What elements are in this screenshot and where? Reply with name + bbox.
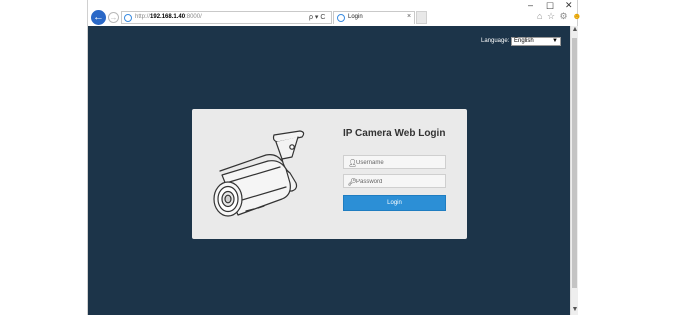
page-title: IP Camera Web Login <box>343 128 446 139</box>
login-button[interactable]: Login <box>343 195 446 211</box>
close-window-button[interactable]: ✕ <box>565 0 573 11</box>
browser-window: – ☐ ✕ ← → http://192.168.1.40:8000/ ρ ▾ … <box>87 0 582 315</box>
back-button[interactable]: ← <box>91 10 106 25</box>
vertical-scrollbar[interactable]: ▲ ▼ <box>570 26 578 315</box>
ie-tab-icon <box>337 14 345 22</box>
settings-icon[interactable]: ⚙ <box>560 11 569 21</box>
home-icon[interactable]: ⌂ <box>537 11 543 21</box>
desktop: – ☐ ✕ ← → http://192.168.1.40:8000/ ρ ▾ … <box>0 0 688 319</box>
password-input[interactable] <box>356 177 444 186</box>
toolbar-icons: ⌂ ☆ ⚙ ☻ <box>537 11 583 22</box>
feedback-icon[interactable]: ☻ <box>572 11 582 21</box>
username-field[interactable]: 👤︎ <box>343 155 446 169</box>
minimize-button[interactable]: – <box>528 0 533 10</box>
url-prefix: http:// <box>135 14 151 20</box>
address-bar[interactable]: http://192.168.1.40:8000/ ρ ▾ C <box>121 11 332 24</box>
camera-illustration <box>213 130 305 217</box>
url-suffix: :8000/ <box>185 14 202 20</box>
address-url[interactable]: http://192.168.1.40:8000/ <box>135 14 202 20</box>
scroll-down-icon[interactable]: ▼ <box>571 306 579 313</box>
tab-title: Login <box>348 14 363 20</box>
forward-button[interactable]: → <box>108 12 119 23</box>
page-viewport: Language: English ▼ IP Camera Web Login … <box>88 26 570 315</box>
language-select[interactable]: English ▼ <box>511 37 561 46</box>
scrollbar-thumb[interactable] <box>572 38 577 288</box>
ie-page-icon <box>124 14 132 22</box>
language-label: Language: <box>481 38 510 44</box>
language-selected-value: English <box>514 38 534 44</box>
password-field[interactable]: 🔑︎ <box>343 174 446 188</box>
search-refresh-icons[interactable]: ρ ▾ C <box>309 13 325 21</box>
scroll-up-icon[interactable]: ▲ <box>571 26 579 33</box>
login-panel: IP Camera Web Login 👤︎ 🔑︎ Login <box>192 109 467 239</box>
tab-close-icon[interactable]: × <box>407 13 411 20</box>
new-tab-button[interactable] <box>416 11 427 24</box>
chevron-down-icon: ▼ <box>552 38 558 44</box>
url-host: 192.168.1.40 <box>150 14 186 20</box>
tab-login[interactable]: Login × <box>333 11 415 24</box>
username-input[interactable] <box>356 158 444 167</box>
favorites-icon[interactable]: ☆ <box>547 11 556 21</box>
